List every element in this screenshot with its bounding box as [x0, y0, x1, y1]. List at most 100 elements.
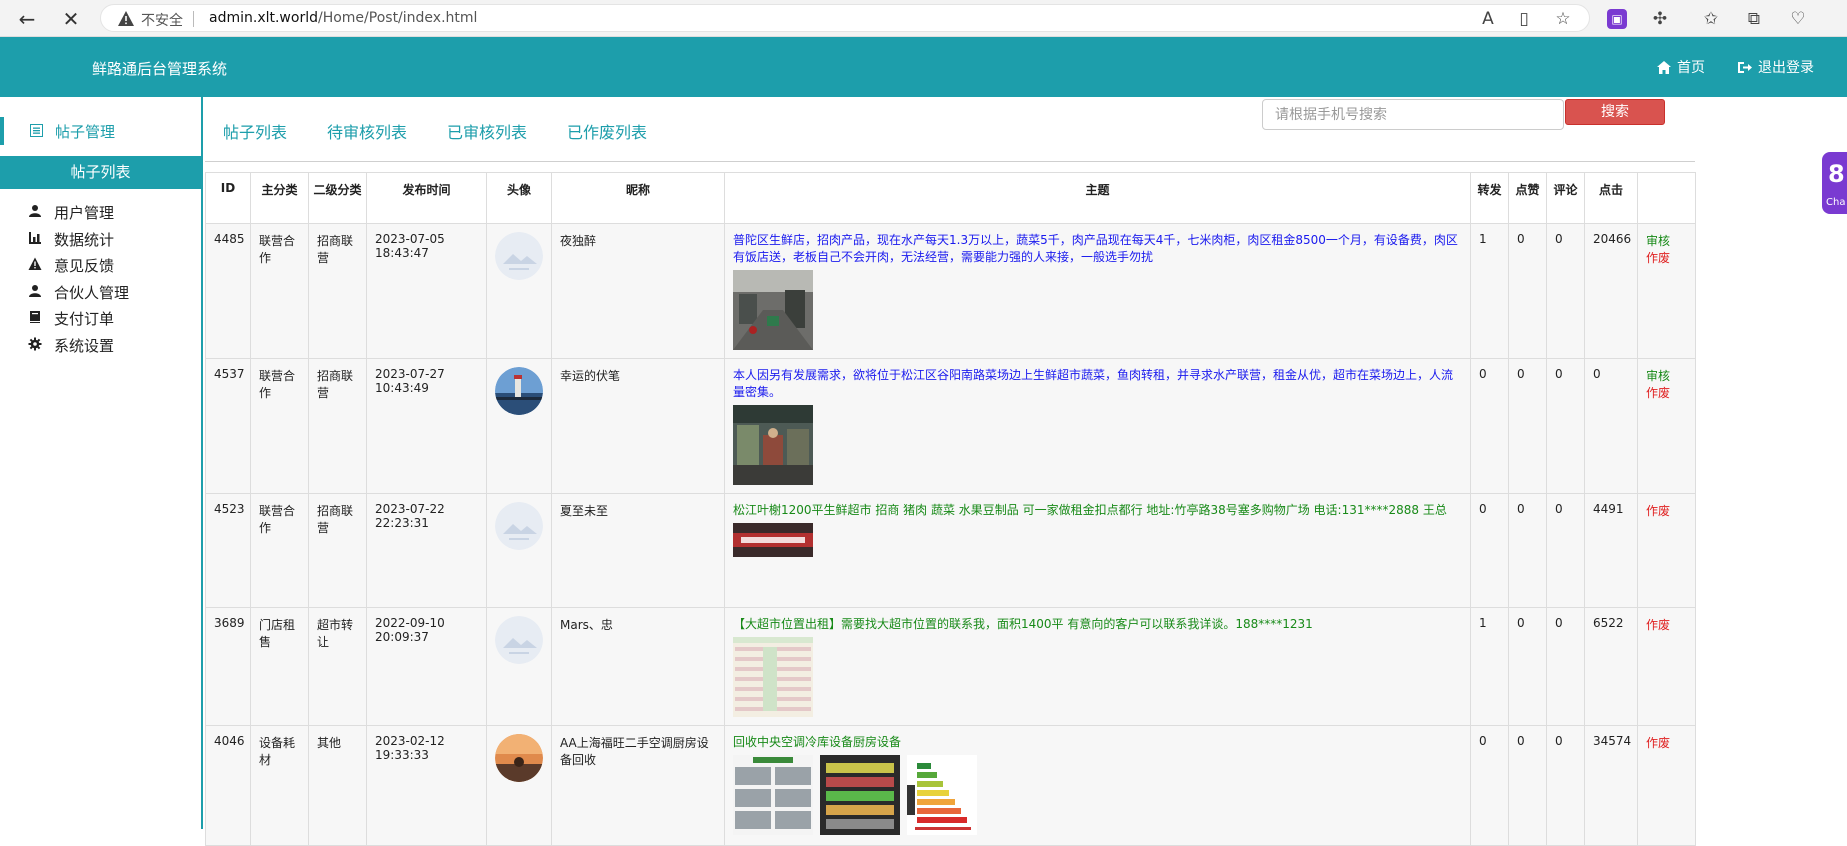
cell-comments: 0: [1546, 607, 1585, 726]
avatar-placeholder: [495, 232, 543, 280]
post-thumbnail[interactable]: [906, 755, 977, 835]
avatar-placeholder: [495, 502, 543, 550]
cell-main-category: 门店租售: [250, 607, 309, 726]
subject-text[interactable]: 【大超市位置出租】需要找大超市位置的联系我，面积1400平 有意向的客户可以联系…: [733, 616, 1462, 633]
posts-table: ID 主分类 二级分类 发布时间 头像 昵称 主题 转发 点赞 评论 点击 44…: [205, 172, 1696, 846]
phone-search-input[interactable]: [1262, 99, 1564, 130]
publish-clock: 18:43:47: [375, 246, 429, 260]
cell-publish-time: 2022-09-10 20:09:37: [366, 607, 487, 726]
home-link[interactable]: 首页: [1657, 57, 1705, 77]
sidebar-item-post-management[interactable]: 帖子管理: [0, 117, 201, 145]
extension-icon[interactable]: ▣: [1607, 9, 1627, 29]
favorites-icon[interactable]: ✩: [1699, 7, 1723, 31]
home-link-label: 首页: [1677, 60, 1705, 76]
cell-likes: 0: [1508, 358, 1547, 494]
url-path: /Home/Post/index.html: [317, 10, 478, 26]
app-header: 鲜路通后台管理系统 首页 退出登录: [0, 37, 1847, 97]
cell-avatar: [486, 725, 552, 846]
post-thumbnail[interactable]: [733, 637, 813, 717]
column-header: [1637, 172, 1696, 224]
subject-text[interactable]: 松江叶榭1200平生鲜超市 招商 猪肉 蔬菜 水果豆制品 可一家做租金扣点都行 …: [733, 502, 1462, 519]
sidebar-item-settings[interactable]: 系统设置: [26, 333, 196, 357]
collections-icon[interactable]: ⧉: [1742, 7, 1766, 31]
widget-label: Cha: [1826, 197, 1846, 208]
cell-subject: 回收中央空调冷库设备厨房设备: [724, 725, 1471, 846]
list-icon: [30, 124, 43, 137]
favorite-star-icon[interactable]: ☆: [1551, 7, 1575, 31]
cell-publish-time: 2023-07-05 18:43:47: [366, 223, 487, 359]
sidebar-item-feedback[interactable]: 意见反馈: [26, 253, 196, 277]
column-header: 头像: [486, 172, 552, 224]
post-thumbnail[interactable]: [733, 755, 813, 835]
post-thumbnail[interactable]: [733, 523, 813, 557]
address-bar[interactable]: 不安全 admin.xlt.world/Home/Post/index.html: [100, 4, 1590, 32]
void-link[interactable]: 作废: [1646, 502, 1687, 519]
void-link[interactable]: 作废: [1646, 616, 1687, 633]
cell-clicks: 0: [1584, 358, 1638, 494]
tab-pending[interactable]: 待审核列表: [327, 119, 407, 143]
sidebar-subitem-post-list[interactable]: 帖子列表: [0, 156, 201, 189]
audit-link[interactable]: 审核: [1646, 232, 1687, 249]
sidebar-item-label: 意见反馈: [54, 257, 115, 275]
sidebar-item-partners[interactable]: 合伙人管理: [26, 280, 196, 304]
widget-logo-icon: 8: [1828, 160, 1845, 188]
post-thumbnail[interactable]: [733, 270, 813, 350]
cell-actions: 作废: [1637, 725, 1696, 846]
cell-nickname: AA上海福旺二手空调厨房设备回收: [551, 725, 725, 846]
post-thumbnail[interactable]: [733, 405, 813, 485]
void-link[interactable]: 作废: [1646, 734, 1687, 751]
tab-approved[interactable]: 已审核列表: [447, 119, 527, 143]
sidebar-item-stats[interactable]: 数据统计: [26, 227, 196, 251]
cell-id: 4485: [205, 223, 251, 359]
cell-comments: 0: [1546, 725, 1585, 846]
subject-text[interactable]: 普陀区生鲜店，招肉产品，现在水产每天1.3万以上，蔬菜5千，肉产品现在每天4千，…: [733, 232, 1462, 266]
sidebar-item-payments[interactable]: 支付订单: [26, 306, 196, 330]
puzzle-extensions-icon[interactable]: ✣: [1648, 7, 1672, 31]
table-row: 4523 联营合作 招商联营 2023-07-22 22:23:31 夏至未至 松…: [205, 493, 1696, 608]
cell-sub-category: 其他: [308, 725, 367, 846]
void-link[interactable]: 作废: [1646, 384, 1687, 401]
close-icon[interactable]: ✕: [58, 6, 84, 32]
cell-id: 4523: [205, 493, 251, 608]
side-floating-widget[interactable]: 8 Cha: [1822, 152, 1847, 214]
cell-actions: 审核 作废: [1637, 223, 1696, 359]
cell-clicks: 20466: [1584, 223, 1638, 359]
sidebar-item-label: 帖子管理: [55, 123, 116, 141]
cell-main-category: 联营合作: [250, 358, 309, 494]
subject-text[interactable]: 回收中央空调冷库设备厨房设备: [733, 734, 1462, 751]
tab-post-list[interactable]: 帖子列表: [223, 119, 287, 143]
url-divider: [193, 11, 194, 27]
audit-link[interactable]: 审核: [1646, 367, 1687, 384]
logout-link[interactable]: 退出登录: [1737, 57, 1814, 77]
reader-mode-icon[interactable]: ▯: [1512, 7, 1536, 31]
cell-likes: 0: [1508, 725, 1547, 846]
sidebar-item-users[interactable]: 用户管理: [26, 200, 196, 224]
publish-date: 2022-09-10: [375, 616, 445, 630]
table-row: 4537 联营合作 招商联营 2023-07-27 10:43:49 幸运的伏笔 …: [205, 358, 1696, 494]
subject-text[interactable]: 本人因另有发展需求，欲将位于松江区谷阳南路菜场边上生鲜超市蔬菜，鱼肉转租，并寻求…: [733, 367, 1462, 401]
publish-clock: 19:33:33: [375, 748, 429, 762]
tab-voided[interactable]: 已作废列表: [567, 119, 647, 143]
warning-icon: [28, 257, 42, 270]
performance-icon[interactable]: ♡: [1786, 7, 1810, 31]
void-link[interactable]: 作废: [1646, 249, 1687, 266]
cell-clicks: 34574: [1584, 725, 1638, 846]
cell-forwards: 1: [1470, 607, 1509, 726]
sidebar-item-label: 系统设置: [54, 337, 115, 355]
read-aloud-icon[interactable]: A: [1476, 7, 1500, 31]
table-row: 4046 设备耗材 其他 2023-02-12 19:33:33 AA上海福旺二手…: [205, 725, 1696, 846]
search-button[interactable]: 搜索: [1565, 99, 1665, 125]
table-header-row: ID 主分类 二级分类 发布时间 头像 昵称 主题 转发 点赞 评论 点击: [205, 172, 1696, 224]
post-thumbnail[interactable]: [819, 755, 900, 835]
url-text[interactable]: admin.xlt.world/Home/Post/index.html: [209, 10, 477, 26]
cell-likes: 0: [1508, 493, 1547, 608]
cell-avatar: [486, 493, 552, 608]
back-icon[interactable]: ←: [14, 6, 40, 32]
user-icon: [29, 205, 41, 217]
cell-subject: 本人因另有发展需求，欲将位于松江区谷阳南路菜场边上生鲜超市蔬菜，鱼肉转租，并寻求…: [724, 358, 1471, 494]
gear-icon: [28, 337, 42, 351]
cell-clicks: 4491: [1584, 493, 1638, 608]
cell-id: 4046: [205, 725, 251, 846]
avatar-lighthouse: [495, 367, 543, 415]
publish-clock: 20:09:37: [375, 630, 429, 644]
